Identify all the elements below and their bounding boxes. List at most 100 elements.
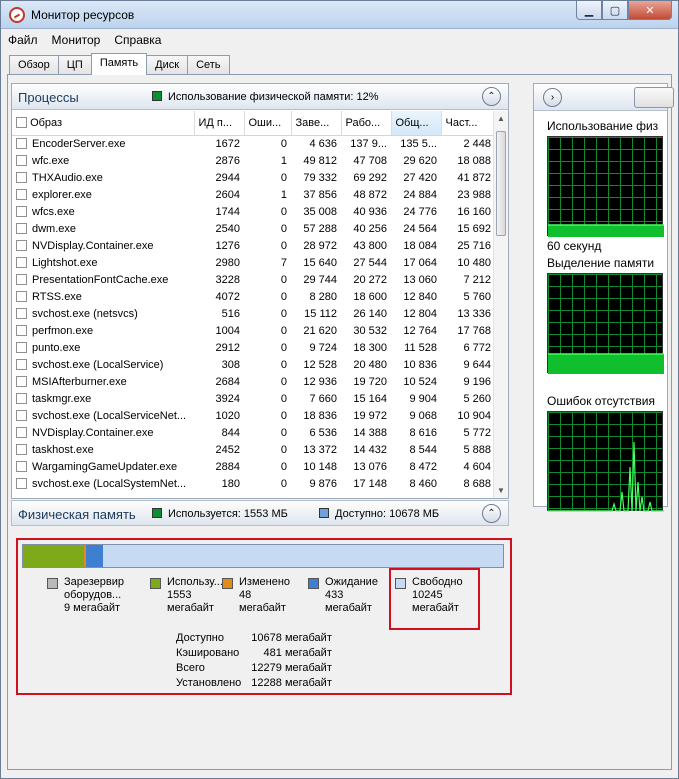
column-header-faults[interactable]: Оши... bbox=[244, 111, 292, 136]
row-checkbox[interactable] bbox=[16, 358, 27, 370]
process-value-cell: 0 bbox=[280, 222, 287, 235]
row-checkbox[interactable] bbox=[16, 188, 27, 200]
row-checkbox[interactable] bbox=[16, 154, 27, 166]
scroll-thumb[interactable] bbox=[496, 131, 506, 236]
process-value-cell: 15 164 bbox=[353, 392, 387, 405]
table-row[interactable]: taskmgr.exe 3924 0 7 660 15 164 9 904 5 260 bbox=[12, 390, 495, 407]
tab-overview[interactable]: Обзор bbox=[9, 55, 59, 75]
process-value-cell: 1020 bbox=[215, 409, 240, 422]
table-row[interactable]: WargamingGameUpdater.exe 2884 0 10 148 13 07… bbox=[12, 458, 495, 475]
memory-available-label: Доступно: 10678 МБ bbox=[335, 508, 440, 520]
row-checkbox[interactable] bbox=[16, 341, 27, 353]
collapse-processes-button[interactable]: ⌃ bbox=[482, 87, 501, 106]
table-row[interactable]: dwm.exe 2540 0 57 288 40 256 24 564 15 692 bbox=[12, 220, 495, 237]
row-checkbox[interactable] bbox=[16, 222, 27, 234]
maximize-button[interactable]: ▢ bbox=[602, 1, 628, 20]
memory-stats-table: Доступно 10678 мегабайт Кэшировано 481 мег… bbox=[176, 630, 332, 690]
process-value-cell: 27 420 bbox=[403, 171, 437, 184]
row-checkbox[interactable] bbox=[16, 290, 27, 302]
row-checkbox[interactable] bbox=[16, 137, 27, 149]
column-header-shareable[interactable]: Общ... bbox=[391, 111, 442, 136]
process-name: svchost.exe (LocalServiceNet... bbox=[32, 409, 187, 422]
process-value-cell: 2 448 bbox=[463, 137, 491, 150]
table-row[interactable]: Lightshot.exe 2980 7 15 640 27 544 17 064 10 4… bbox=[12, 254, 495, 271]
process-value-cell: 2540 bbox=[215, 222, 240, 235]
row-checkbox[interactable] bbox=[16, 460, 27, 472]
menu-monitor[interactable]: Монитор bbox=[45, 30, 108, 50]
process-name: svchost.exe (netsvcs) bbox=[32, 307, 138, 320]
row-checkbox[interactable] bbox=[16, 375, 27, 387]
collapse-memory-button[interactable]: ⌃ bbox=[482, 504, 501, 523]
tab-cpu[interactable]: ЦП bbox=[57, 55, 92, 75]
toggle-graphs-button[interactable]: › bbox=[543, 88, 562, 107]
table-row[interactable]: taskhost.exe 2452 0 13 372 14 432 8 544 5 888 bbox=[12, 441, 495, 458]
row-checkbox[interactable] bbox=[16, 171, 27, 183]
column-header-image[interactable]: Образ bbox=[12, 111, 195, 136]
row-checkbox[interactable] bbox=[16, 205, 27, 217]
table-row[interactable]: svchost.exe (netsvcs) 516 0 15 112 26 140 12 … bbox=[12, 305, 495, 322]
process-name-cell: NVDisplay.Container.exe bbox=[12, 424, 194, 441]
process-value-cell: 17 768 bbox=[457, 324, 491, 337]
physical-memory-header[interactable]: Физическая память Используется: 1553 МБ … bbox=[11, 500, 509, 526]
column-header-private[interactable]: Част... bbox=[441, 111, 496, 136]
scroll-down-icon[interactable]: ▼ bbox=[494, 483, 508, 498]
column-header-commit[interactable]: Заве... bbox=[291, 111, 342, 136]
graph-line bbox=[548, 441, 664, 512]
minimize-button[interactable]: ▁ bbox=[576, 1, 602, 20]
table-row[interactable]: punto.exe 2912 0 9 724 18 300 11 528 6 772 bbox=[12, 339, 495, 356]
table-row[interactable]: wfc.exe 2876 1 49 812 47 708 29 620 18 088 bbox=[12, 152, 495, 169]
table-row[interactable]: NVDisplay.Container.exe 1276 0 28 972 43 800… bbox=[12, 237, 495, 254]
row-checkbox[interactable] bbox=[16, 426, 27, 438]
processes-panel-header[interactable]: Процессы Использование физической памяти… bbox=[12, 84, 508, 110]
memory-available-summary: Доступно: 10678 МБ bbox=[319, 508, 439, 520]
row-checkbox[interactable] bbox=[16, 443, 27, 455]
legend-modified-line1: Изменено bbox=[239, 576, 291, 588]
process-value-cell: 180 bbox=[221, 477, 240, 490]
title-bar[interactable]: Монитор ресурсов ▁ ▢ ✕ bbox=[1, 1, 678, 29]
column-header-working-set[interactable]: Рабо... bbox=[341, 111, 392, 136]
table-row[interactable]: MSIAfterburner.exe 2684 0 12 936 19 720 10 52… bbox=[12, 373, 495, 390]
row-checkbox[interactable] bbox=[16, 324, 27, 336]
table-row[interactable]: svchost.exe (LocalService) 308 0 12 528 20 4… bbox=[12, 356, 495, 373]
views-dropdown-button[interactable] bbox=[634, 87, 674, 108]
row-checkbox[interactable] bbox=[16, 409, 27, 421]
menu-file[interactable]: Файл bbox=[1, 30, 45, 50]
process-value-cell: 0 bbox=[280, 358, 287, 371]
row-checkbox[interactable] bbox=[16, 239, 27, 251]
row-checkbox[interactable] bbox=[16, 273, 27, 285]
table-row[interactable]: svchost.exe (LocalSystemNet... 180 0 9 876 1… bbox=[12, 475, 495, 492]
row-checkbox[interactable] bbox=[16, 307, 27, 319]
column-header-pid[interactable]: ИД п... bbox=[194, 111, 245, 136]
table-row[interactable]: explorer.exe 2604 1 37 856 48 872 24 884 23 98… bbox=[12, 186, 495, 203]
process-value-cell: 9 068 bbox=[409, 409, 437, 422]
processes-scrollbar[interactable]: ▲ ▼ bbox=[493, 111, 508, 498]
process-value-cell: 13 336 bbox=[457, 307, 491, 320]
table-row[interactable]: THXAudio.exe 2944 0 79 332 69 292 27 420 41 87… bbox=[12, 169, 495, 186]
tab-memory[interactable]: Память bbox=[90, 53, 148, 75]
table-row[interactable]: RTSS.exe 4072 0 8 280 18 600 12 840 5 760 bbox=[12, 288, 495, 305]
table-row[interactable]: perfmon.exe 1004 0 21 620 30 532 12 764 17 768 bbox=[12, 322, 495, 339]
tab-disk[interactable]: Диск bbox=[146, 55, 189, 75]
row-checkbox[interactable] bbox=[16, 477, 27, 489]
select-all-checkbox[interactable] bbox=[16, 116, 27, 128]
memory-usage-bar bbox=[22, 544, 504, 568]
green-legend-icon bbox=[152, 91, 162, 101]
table-row[interactable]: NVDisplay.Container.exe 844 0 6 536 14 388 8 … bbox=[12, 424, 495, 441]
used-legend-icon bbox=[152, 508, 162, 518]
row-checkbox[interactable] bbox=[16, 392, 27, 404]
process-value-cell: 43 800 bbox=[353, 239, 387, 252]
free-square-icon bbox=[395, 578, 406, 589]
memory-used-label: Используется: 1553 МБ bbox=[168, 508, 288, 520]
menu-help[interactable]: Справка bbox=[107, 30, 168, 50]
minimize-icon: ▁ bbox=[584, 4, 594, 17]
table-row[interactable]: svchost.exe (LocalServiceNet... 1020 0 18 8… bbox=[12, 407, 495, 424]
close-button[interactable]: ✕ bbox=[628, 1, 672, 20]
process-value-cell: 0 bbox=[280, 375, 287, 388]
stat-label: Всего bbox=[176, 661, 205, 674]
scroll-up-icon[interactable]: ▲ bbox=[494, 111, 508, 126]
tab-network[interactable]: Сеть bbox=[187, 55, 230, 75]
table-row[interactable]: wfcs.exe 1744 0 35 008 40 936 24 776 16 160 bbox=[12, 203, 495, 220]
row-checkbox[interactable] bbox=[16, 256, 27, 268]
table-row[interactable]: PresentationFontCache.exe 3228 0 29 744 20 2… bbox=[12, 271, 495, 288]
table-row[interactable]: EncoderServer.exe 1672 0 4 636 137 9... 135 5… bbox=[12, 135, 495, 152]
